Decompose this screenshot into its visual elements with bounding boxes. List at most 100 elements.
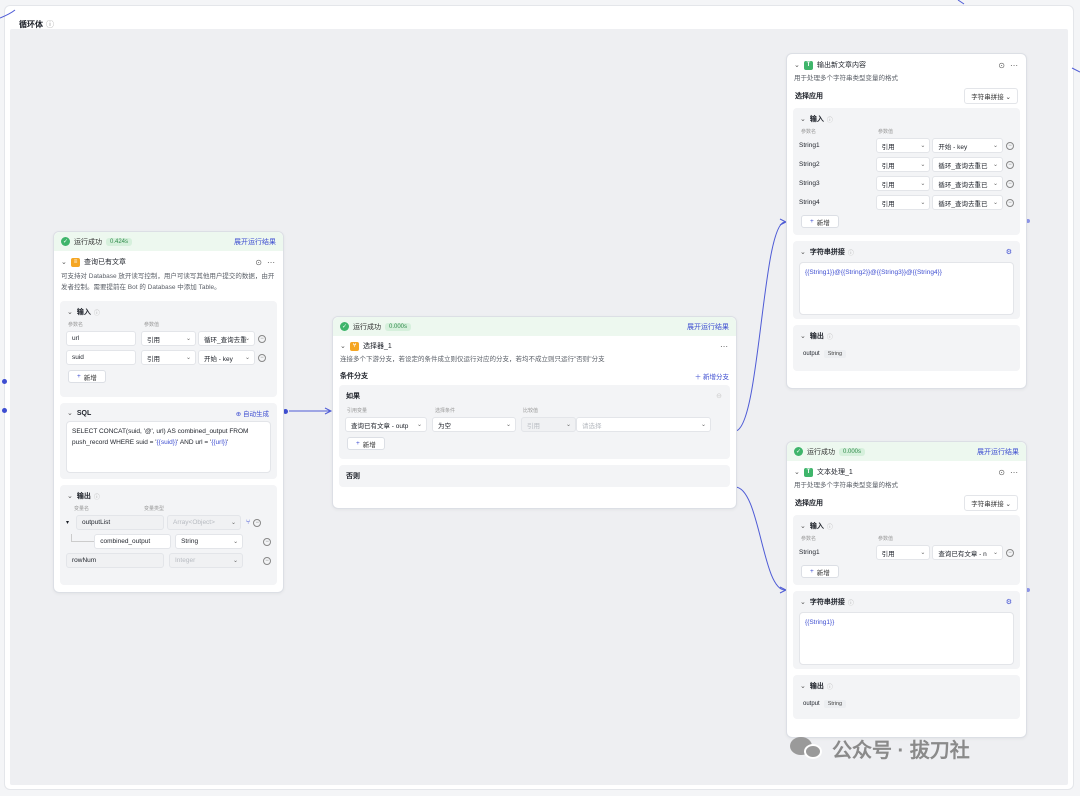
param-value-select[interactable]: 循环_查询去重 ⌄: [198, 331, 255, 346]
more-icon[interactable]: ⋯: [1010, 468, 1018, 477]
remove-icon[interactable]: −: [1006, 160, 1014, 169]
expand-results-link[interactable]: 展开运行结果: [977, 447, 1019, 457]
param-type-select[interactable]: 引用 ⌄: [141, 331, 196, 346]
param-name-input[interactable]: url: [66, 331, 136, 346]
chevron-down-icon[interactable]: ⌄: [67, 409, 73, 417]
port-left-1[interactable]: [2, 379, 7, 384]
input-label: 输入: [809, 523, 824, 530]
plus-icon: +: [356, 440, 360, 447]
add-input-button[interactable]: + 新增: [801, 565, 839, 578]
add-input-button[interactable]: + 新增: [801, 215, 839, 228]
chevron-down-icon[interactable]: ⌄: [800, 332, 806, 340]
more-icon[interactable]: ⋯: [720, 342, 728, 351]
chevron-down-icon[interactable]: ⌄: [340, 342, 350, 350]
remove-icon[interactable]: ⊖: [716, 392, 722, 400]
chevron-down-icon[interactable]: ⌄: [67, 308, 73, 316]
run-status: 运行成功: [807, 448, 835, 456]
if-branch: 如果 ⊖ 引用变量 选择条件 比较值 查询已有文章 - outp ⌄ 为空 ⌄ 引用 ⌄ 请…: [339, 385, 730, 459]
param-value-select[interactable]: 开始 - key ⌄: [198, 350, 255, 365]
info-icon[interactable]: ⓘ: [46, 20, 54, 29]
param-type-select[interactable]: 引用 ⌄: [875, 176, 931, 191]
node-header: ⌄ T 输出新文章内容 ⊙ ⋯: [787, 57, 1026, 73]
concat-editor[interactable]: {{String1}}@{{String2}}@{{String3}}@{{St…: [799, 262, 1014, 315]
param-value-select[interactable]: 查询已有文章 - n ⌄: [932, 545, 1004, 560]
more-icon[interactable]: ⋯: [267, 258, 275, 267]
param-value-select[interactable]: 循环_查询去重已 ⌄: [932, 195, 1004, 210]
param-value-select[interactable]: 开始 - key ⌄: [932, 138, 1004, 153]
run-status-bar: ✓ 运行成功 0.000s 展开运行结果: [787, 442, 1026, 461]
remove-icon[interactable]: −: [258, 334, 266, 343]
run-icon[interactable]: ⊙: [998, 61, 1005, 70]
database-node[interactable]: ✓ 运行成功 0.424s 展开运行结果 ⌄ ≡ 查询已有文章 ⊙ ⋯ 可支持对 …: [53, 231, 284, 593]
remove-icon[interactable]: −: [1006, 198, 1014, 207]
sql-editor[interactable]: SELECT CONCAT(suid, '@', url) AS combine…: [66, 421, 271, 473]
remove-icon[interactable]: −: [1006, 179, 1014, 188]
compare-value-select[interactable]: 请选择 ⌄: [576, 417, 711, 432]
param-type-select[interactable]: 引用 ⌄: [875, 545, 931, 560]
node-header: ⌄ ⑂ 选择器_1 ⋯: [333, 338, 736, 354]
output-type-select[interactable]: String ⌄: [175, 534, 244, 549]
info-icon: ⓘ: [93, 310, 100, 317]
node-title[interactable]: 查询已有文章: [84, 257, 126, 267]
select-app-label: 选择应用: [795, 500, 823, 507]
text-process-node[interactable]: ✓ 运行成功 0.000s 展开运行结果 ⌄ T 文本处理_1 ⊙ ⋯ 用于处理多…: [786, 441, 1027, 738]
add-child-icon[interactable]: ⑂: [246, 519, 250, 526]
more-icon[interactable]: ⋯: [1010, 61, 1018, 70]
chevron-down-icon[interactable]: ⌄: [794, 468, 804, 476]
info-icon: ⓘ: [826, 117, 833, 124]
chevron-down-icon[interactable]: ⌄: [800, 248, 806, 256]
run-icon[interactable]: ⊙: [998, 468, 1005, 477]
add-branch-button[interactable]: ＋ 新增分支: [695, 371, 729, 381]
param-type-select[interactable]: 引用 ⌄: [875, 157, 931, 172]
chevron-down-icon[interactable]: ⌄: [800, 598, 806, 606]
node-title[interactable]: 文本处理_1: [817, 467, 853, 477]
param-type-select[interactable]: 引用 ⌄: [141, 350, 196, 365]
remove-icon[interactable]: −: [253, 518, 262, 527]
param-name: String3: [799, 180, 820, 187]
plus-icon: +: [810, 568, 814, 575]
col-param-value: 参数值: [878, 536, 894, 542]
node-title[interactable]: 输出新文章内容: [817, 60, 866, 70]
add-input-button[interactable]: + 新增: [68, 370, 106, 383]
settings-icon[interactable]: ⚙: [1006, 598, 1012, 606]
caret-down-icon[interactable]: ▾: [66, 519, 76, 526]
param-name-input[interactable]: suid: [66, 350, 136, 365]
ref-variable-select[interactable]: 查询已有文章 - outp ⌄: [345, 417, 427, 432]
add-condition-button[interactable]: + 新增: [347, 437, 385, 450]
output-name-input[interactable]: combined_output: [94, 534, 172, 549]
param-type-select[interactable]: 引用 ⌄: [875, 195, 931, 210]
remove-icon[interactable]: −: [263, 537, 271, 546]
settings-icon[interactable]: ⚙: [1006, 248, 1012, 256]
chevron-down-icon[interactable]: ⌄: [794, 61, 804, 69]
chevron-down-icon[interactable]: ⌄: [67, 492, 73, 500]
param-value-select[interactable]: 循环_查询去重已 ⌄: [932, 176, 1004, 191]
condition-select[interactable]: 为空 ⌄: [432, 417, 516, 432]
port-left-2[interactable]: [2, 408, 7, 413]
remove-icon[interactable]: −: [1006, 548, 1014, 557]
remove-icon[interactable]: −: [263, 556, 271, 565]
output-text-node[interactable]: ⌄ T 输出新文章内容 ⊙ ⋯ 用于处理多个字符串类型变量的格式 选择应用 字符串…: [786, 53, 1027, 389]
app-select[interactable]: 字符串拼接 ⌄: [964, 88, 1018, 104]
col-param-value: 参数值: [878, 129, 894, 135]
app-select[interactable]: 字符串拼接 ⌄: [964, 495, 1018, 511]
sql-section: ⌄ SQL ⊕ 自动生成 SELECT CONCAT(suid, '@', url…: [60, 403, 277, 479]
chevron-down-icon[interactable]: ⌄: [800, 682, 806, 690]
remove-icon[interactable]: −: [258, 353, 266, 362]
expand-results-link[interactable]: 展开运行结果: [234, 237, 276, 247]
text-icon: T: [804, 60, 813, 70]
param-value-select[interactable]: 循环_查询去重已 ⌄: [932, 157, 1004, 172]
remove-icon[interactable]: −: [1006, 141, 1014, 150]
node-title[interactable]: 选择器_1: [363, 341, 392, 351]
concat-editor[interactable]: {{String1}}: [799, 612, 1014, 665]
run-status: 运行成功: [353, 323, 381, 331]
run-icon[interactable]: ⊙: [255, 258, 262, 267]
expand-results-link[interactable]: 展开运行结果: [687, 322, 729, 332]
auto-generate-button[interactable]: ⊕ 自动生成: [236, 408, 269, 418]
param-name: String1: [799, 549, 820, 556]
compare-type-select: 引用 ⌄: [521, 417, 576, 432]
chevron-down-icon[interactable]: ⌄: [800, 522, 806, 530]
selector-node[interactable]: ✓ 运行成功 0.000s 展开运行结果 ⌄ ⑂ 选择器_1 ⋯ 连接多个下游分…: [332, 316, 737, 509]
chevron-down-icon[interactable]: ⌄: [61, 258, 71, 266]
chevron-down-icon[interactable]: ⌄: [800, 115, 806, 123]
param-type-select[interactable]: 引用 ⌄: [875, 138, 931, 153]
